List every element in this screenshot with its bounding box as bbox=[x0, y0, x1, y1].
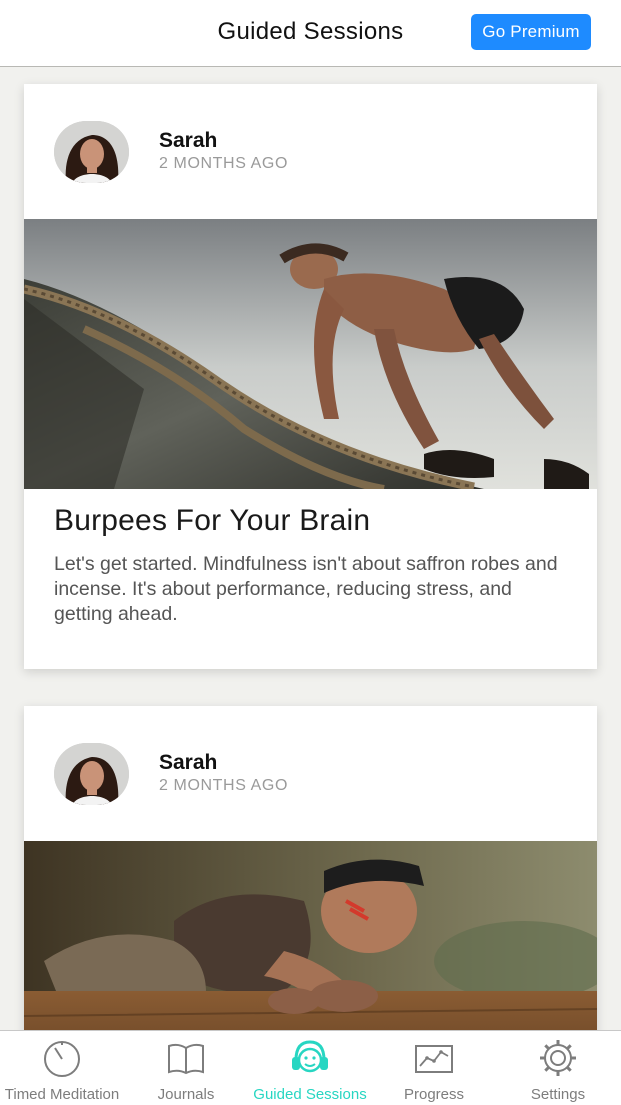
author-name[interactable]: Sarah bbox=[159, 129, 217, 153]
tab-label: Guided Sessions bbox=[253, 1086, 367, 1103]
book-icon bbox=[168, 1043, 204, 1075]
timer-icon bbox=[44, 1041, 80, 1077]
gear-icon bbox=[540, 1040, 576, 1076]
nav-header: Guided Sessions Go Premium bbox=[0, 0, 621, 67]
session-card[interactable]: Sarah 2 MONTHS AGO bbox=[24, 706, 597, 1030]
tab-settings[interactable]: Settings bbox=[496, 1031, 620, 1105]
tab-label: Timed Meditation bbox=[4, 1086, 120, 1103]
tab-bar: Timed Meditation Journals Guided Session… bbox=[0, 1030, 621, 1105]
go-premium-button[interactable]: Go Premium bbox=[471, 14, 591, 50]
tab-journals[interactable]: Journals bbox=[124, 1031, 248, 1105]
author-name[interactable]: Sarah bbox=[159, 751, 217, 775]
tab-progress[interactable]: Progress bbox=[372, 1031, 496, 1105]
session-feed[interactable]: Sarah 2 MONTHS AGO Burpees For Your Brai… bbox=[0, 67, 621, 1030]
session-description: Let's get started. Mindfulness isn't abo… bbox=[54, 553, 558, 625]
man-climbing-rope-obstacle-photo[interactable] bbox=[24, 219, 597, 489]
avatar[interactable] bbox=[54, 743, 129, 805]
tab-label: Journals bbox=[157, 1086, 215, 1103]
session-title[interactable]: Burpees For Your Brain bbox=[54, 504, 370, 538]
avatar[interactable] bbox=[54, 121, 129, 183]
headphones-face-icon bbox=[292, 1040, 328, 1073]
session-card[interactable]: Sarah 2 MONTHS AGO bbox=[24, 84, 597, 669]
woman-climbing-wall-obstacle-photo[interactable] bbox=[24, 841, 597, 1030]
tab-guided-sessions[interactable]: Guided Sessions bbox=[248, 1031, 372, 1105]
chart-icon bbox=[415, 1045, 453, 1073]
post-time: 2 MONTHS AGO bbox=[159, 155, 288, 172]
tab-label: Settings bbox=[530, 1086, 586, 1103]
tab-timed-meditation[interactable]: Timed Meditation bbox=[0, 1031, 124, 1105]
post-time: 2 MONTHS AGO bbox=[159, 777, 288, 794]
tab-label: Progress bbox=[403, 1086, 465, 1103]
